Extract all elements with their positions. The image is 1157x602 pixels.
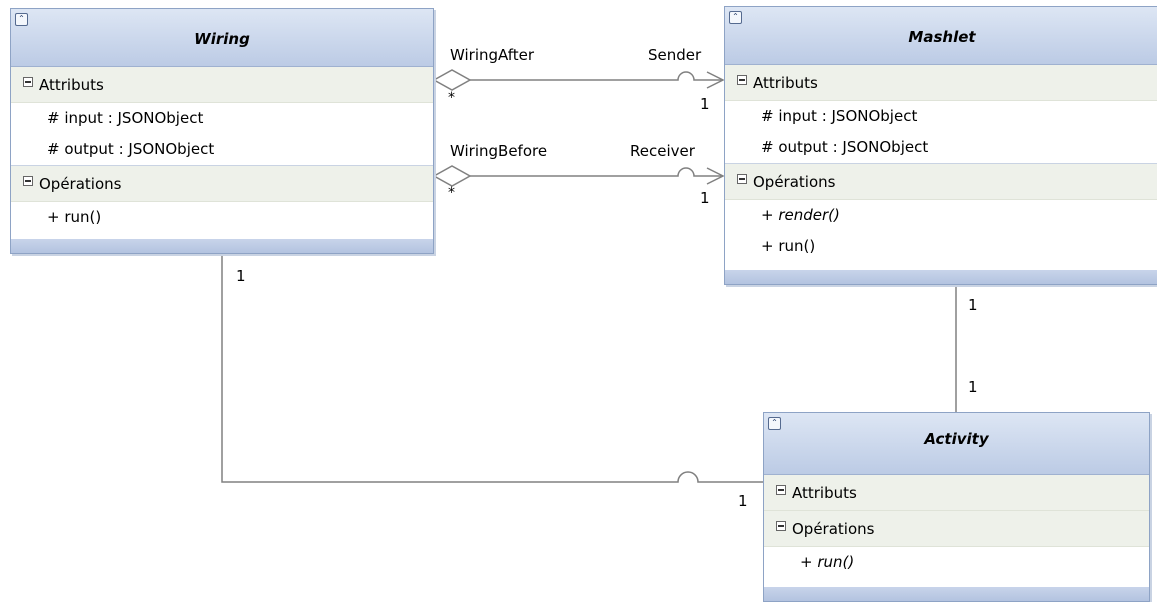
collapse-minus-icon[interactable]	[776, 521, 786, 531]
mult-wiring-activity-source: 1	[236, 267, 246, 285]
aggregation-diamond	[432, 165, 472, 187]
operations-label: Opérations	[39, 175, 122, 193]
association-wiring-activity[interactable]	[221, 256, 763, 483]
attribute-item[interactable]: # output : JSONObject	[11, 134, 433, 165]
class-name: Wiring	[194, 30, 250, 48]
attribute-item[interactable]: # output : JSONObject	[725, 132, 1157, 163]
operation-item[interactable]: + run()	[11, 202, 433, 233]
class-header: ⌃ Wiring	[11, 9, 433, 67]
attribute-item[interactable]: # input : JSONObject	[11, 103, 433, 134]
aggregation-diamond	[432, 69, 472, 91]
class-activity[interactable]: ⌃ Activity Attributs Opérations + run()	[763, 412, 1150, 602]
class-footer	[764, 587, 1149, 601]
collapse-minus-icon[interactable]	[737, 75, 747, 85]
label-wiring-before: WiringBefore	[450, 142, 548, 160]
collapse-minus-icon[interactable]	[776, 485, 786, 495]
class-wiring[interactable]: ⌃ Wiring Attributs # input : JSONObject …	[10, 8, 434, 254]
label-sender-role: Sender	[648, 46, 702, 64]
label-receiver-role: Receiver	[630, 142, 695, 160]
class-header: ⌃ Activity	[764, 413, 1149, 475]
collapse-minus-icon[interactable]	[23, 77, 33, 87]
mult-wiring-before-target: 1	[700, 189, 710, 207]
attributes-label: Attributs	[39, 76, 104, 94]
operations-label: Opérations	[792, 520, 875, 538]
operations-section-header[interactable]: Opérations	[764, 511, 1149, 547]
mult-wiring-after-target: 1	[700, 95, 710, 113]
collapse-minus-icon[interactable]	[23, 176, 33, 186]
operation-item[interactable]: + render()	[725, 200, 1157, 231]
class-name: Mashlet	[908, 28, 976, 46]
association-line	[470, 167, 723, 177]
association-wiring-before[interactable]	[432, 165, 725, 187]
mult-mashlet-activity-source: 1	[968, 296, 978, 314]
class-name: Activity	[924, 430, 989, 448]
class-footer	[11, 239, 433, 253]
association-line	[470, 71, 723, 81]
label-wiring-after: WiringAfter	[450, 46, 535, 64]
operation-item[interactable]: + run()	[725, 231, 1157, 262]
class-mashlet[interactable]: ⌃ Mashlet Attributs # input : JSONObject…	[724, 6, 1157, 285]
mult-wiring-before-source: *	[448, 185, 455, 201]
attributes-section-header[interactable]: Attributs	[764, 475, 1149, 511]
attributes-label: Attributs	[792, 484, 857, 502]
attributes-section-header[interactable]: Attributs	[725, 65, 1157, 101]
operations-section-header[interactable]: Opérations	[11, 166, 433, 202]
mult-wiring-activity-target: 1	[738, 492, 748, 510]
attribute-item[interactable]: # input : JSONObject	[725, 101, 1157, 132]
class-header: ⌃ Mashlet	[725, 7, 1157, 65]
operations-section-header[interactable]: Opérations	[725, 164, 1157, 200]
mult-mashlet-activity-target: 1	[968, 378, 978, 396]
mult-wiring-after-source: *	[448, 90, 455, 106]
class-footer	[725, 270, 1157, 284]
collapse-minus-icon[interactable]	[737, 174, 747, 184]
association-wiring-after[interactable]	[432, 69, 725, 91]
attributes-section-header[interactable]: Attributs	[11, 67, 433, 103]
operations-label: Opérations	[753, 173, 836, 191]
attributes-label: Attributs	[753, 74, 818, 92]
operation-item[interactable]: + run()	[764, 547, 1149, 578]
